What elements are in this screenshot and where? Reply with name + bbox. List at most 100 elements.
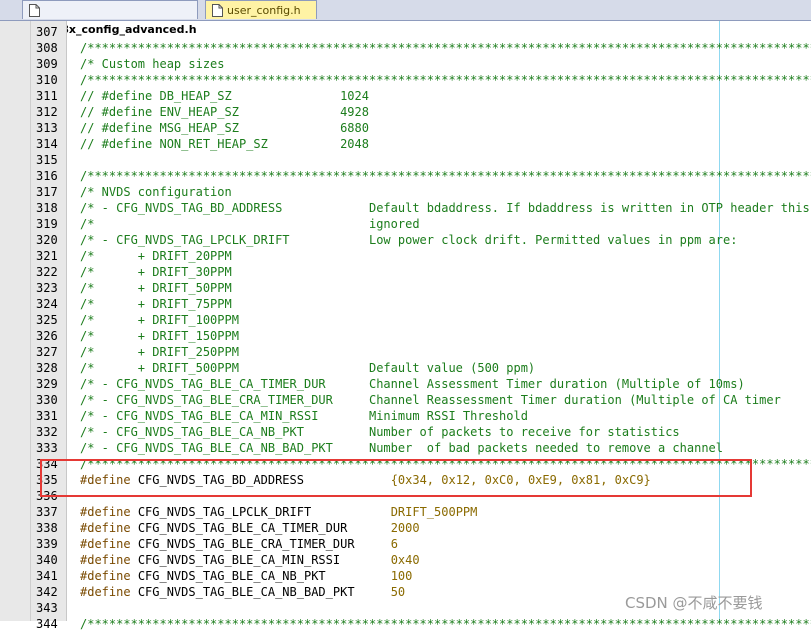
line-number: 340 bbox=[36, 553, 58, 567]
macro-name: CFG_NVDS_TAG_BD_ADDRESS bbox=[137, 473, 304, 487]
code-text: /* - CFG_NVDS_TAG_BLE_CA_MIN_RSSI Minimu… bbox=[80, 409, 528, 423]
line-number: 308 bbox=[36, 41, 58, 55]
code-line[interactable]: 327 /* + DRIFT_250PPM bbox=[0, 344, 811, 360]
code-text: // #define ENV_HEAP_SZ 4928 bbox=[80, 105, 369, 119]
line-number: 327 bbox=[36, 345, 58, 359]
line-number: 333 bbox=[36, 441, 58, 455]
code-line[interactable]: 316 /************************************… bbox=[0, 168, 811, 184]
code-line[interactable]: 339 #define CFG_NVDS_TAG_BLE_CRA_TIMER_DU… bbox=[0, 536, 811, 552]
code-text: /* + DRIFT_250PPM bbox=[80, 345, 239, 359]
macro-value: 50 bbox=[390, 585, 406, 599]
line-number: 329 bbox=[36, 377, 58, 391]
code-line[interactable]: 333 /* - CFG_NVDS_TAG_BLE_CA_NB_BAD_PKT N… bbox=[0, 440, 811, 456]
code-line[interactable]: 307 bbox=[0, 24, 811, 40]
code-text: // #define NON_RET_HEAP_SZ 2048 bbox=[80, 137, 369, 151]
code-text: /* - CFG_NVDS_TAG_BD_ADDRESS Default bda… bbox=[80, 201, 810, 215]
code-line[interactable]: 341 #define CFG_NVDS_TAG_BLE_CA_NB_PKT 10… bbox=[0, 568, 811, 584]
line-number: 323 bbox=[36, 281, 58, 295]
code-text: #define CFG_NVDS_TAG_BLE_CRA_TIMER_DUR 6 bbox=[80, 536, 398, 552]
code-text: #define CFG_NVDS_TAG_BLE_CA_NB_PKT 100 bbox=[80, 568, 412, 584]
tab-da1458x-config-advanced[interactable]: da1458x_config_advanced.h bbox=[22, 0, 198, 36]
code-line[interactable]: 332 /* - CFG_NVDS_TAG_BLE_CA_NB_PKT Numbe… bbox=[0, 424, 811, 440]
code-line[interactable]: 308 /************************************… bbox=[0, 40, 811, 56]
code-text: /* + DRIFT_75PPM bbox=[80, 297, 232, 311]
code-text: /* - CFG_NVDS_TAG_BLE_CA_NB_PKT Number o… bbox=[80, 425, 680, 439]
code-line[interactable]: 340 #define CFG_NVDS_TAG_BLE_CA_MIN_RSSI … bbox=[0, 552, 811, 568]
code-text: /* - CFG_NVDS_TAG_BLE_CA_TIMER_DUR Chann… bbox=[80, 377, 745, 391]
preprocessor-keyword: #define bbox=[80, 553, 131, 567]
line-number: 318 bbox=[36, 201, 58, 215]
macro-value: 6 bbox=[390, 537, 398, 551]
line-number: 343 bbox=[36, 601, 58, 615]
line-number: 311 bbox=[36, 89, 58, 103]
code-line[interactable]: 322 /* + DRIFT_30PPM bbox=[0, 264, 811, 280]
code-line[interactable]: 318 /* - CFG_NVDS_TAG_BD_ADDRESS Default … bbox=[0, 200, 811, 216]
line-number: 331 bbox=[36, 409, 58, 423]
code-line[interactable]: 334 /************************************… bbox=[0, 456, 811, 472]
line-number: 339 bbox=[36, 537, 58, 551]
code-line[interactable]: 317 /* NVDS configuration bbox=[0, 184, 811, 200]
macro-value: {0x34, 0x12, 0xC0, 0xE9, 0x81, 0xC9} bbox=[390, 473, 651, 487]
code-line[interactable]: 313 // #define MSG_HEAP_SZ 6880 bbox=[0, 120, 811, 136]
macro-name: CFG_NVDS_TAG_BLE_CA_NB_BAD_PKT bbox=[137, 585, 355, 599]
code-line[interactable]: 344 /************************************… bbox=[0, 616, 811, 632]
code-text: /* + DRIFT_50PPM bbox=[80, 281, 232, 295]
code-text: #define CFG_NVDS_TAG_BLE_CA_MIN_RSSI 0x4… bbox=[80, 552, 420, 568]
code-text: #define CFG_NVDS_TAG_LPCLK_DRIFT DRIFT_5… bbox=[80, 504, 477, 520]
code-line[interactable]: 323 /* + DRIFT_50PPM bbox=[0, 280, 811, 296]
macro-value: DRIFT_500PPM bbox=[390, 505, 478, 519]
code-text: /* ignored bbox=[80, 217, 420, 231]
line-number: 322 bbox=[36, 265, 58, 279]
line-number: 344 bbox=[36, 617, 58, 631]
preprocessor-keyword: #define bbox=[80, 505, 131, 519]
code-line[interactable]: 312 // #define ENV_HEAP_SZ 4928 bbox=[0, 104, 811, 120]
line-number: 334 bbox=[36, 457, 58, 471]
file-icon bbox=[29, 3, 40, 17]
line-number: 319 bbox=[36, 217, 58, 231]
code-line[interactable]: 314 // #define NON_RET_HEAP_SZ 2048 bbox=[0, 136, 811, 152]
code-line[interactable]: 310 /************************************… bbox=[0, 72, 811, 88]
code-line[interactable]: 326 /* + DRIFT_150PPM bbox=[0, 328, 811, 344]
macro-name: CFG_NVDS_TAG_BLE_CRA_TIMER_DUR bbox=[137, 537, 355, 551]
code-line[interactable]: 321 /* + DRIFT_20PPM bbox=[0, 248, 811, 264]
line-number: 321 bbox=[36, 249, 58, 263]
code-line[interactable]: 336 bbox=[0, 488, 811, 504]
code-line[interactable]: 337 #define CFG_NVDS_TAG_LPCLK_DRIFT DRIF… bbox=[0, 504, 811, 520]
line-number: 315 bbox=[36, 153, 58, 167]
line-number: 326 bbox=[36, 329, 58, 343]
macro-name: CFG_NVDS_TAG_BLE_CA_NB_PKT bbox=[137, 569, 326, 583]
tab-bar: da1458x_config_advanced.h user_config.h bbox=[0, 0, 811, 36]
line-number: 342 bbox=[36, 585, 58, 599]
code-line[interactable]: 315 bbox=[0, 152, 811, 168]
code-line[interactable]: 324 /* + DRIFT_75PPM bbox=[0, 296, 811, 312]
line-number: 324 bbox=[36, 297, 58, 311]
code-text: /***************************************… bbox=[80, 73, 811, 87]
code-line[interactable]: 325 /* + DRIFT_100PPM bbox=[0, 312, 811, 328]
line-number: 313 bbox=[36, 121, 58, 135]
preprocessor-keyword: #define bbox=[80, 473, 131, 487]
preprocessor-keyword: #define bbox=[80, 521, 131, 535]
code-line[interactable]: 338 #define CFG_NVDS_TAG_BLE_CA_TIMER_DUR… bbox=[0, 520, 811, 536]
code-text: /***************************************… bbox=[80, 41, 811, 55]
code-line[interactable]: 309 /* Custom heap sizes bbox=[0, 56, 811, 72]
code-text: /***************************************… bbox=[80, 169, 811, 183]
tab-label: user_config.h bbox=[227, 4, 301, 17]
code-line[interactable]: 329 /* - CFG_NVDS_TAG_BLE_CA_TIMER_DUR Ch… bbox=[0, 376, 811, 392]
code-line[interactable]: 330 /* - CFG_NVDS_TAG_BLE_CRA_TIMER_DUR C… bbox=[0, 392, 811, 408]
code-line[interactable]: 311 // #define DB_HEAP_SZ 1024 bbox=[0, 88, 811, 104]
line-number: 337 bbox=[36, 505, 58, 519]
line-number: 316 bbox=[36, 169, 58, 183]
line-number: 336 bbox=[36, 489, 58, 503]
code-line[interactable]: 319 /* ignored bbox=[0, 216, 811, 232]
line-number: 338 bbox=[36, 521, 58, 535]
line-number: 335 bbox=[36, 473, 58, 487]
tab-user-config[interactable]: user_config.h bbox=[205, 0, 317, 19]
code-line[interactable]: 331 /* - CFG_NVDS_TAG_BLE_CA_MIN_RSSI Min… bbox=[0, 408, 811, 424]
code-line[interactable]: 320 /* - CFG_NVDS_TAG_LPCLK_DRIFT Low pow… bbox=[0, 232, 811, 248]
line-number: 328 bbox=[36, 361, 58, 375]
code-line[interactable]: 335 #define CFG_NVDS_TAG_BD_ADDRESS {0x34… bbox=[0, 472, 811, 488]
macro-name: CFG_NVDS_TAG_LPCLK_DRIFT bbox=[137, 505, 312, 519]
code-line[interactable]: 328 /* + DRIFT_500PPM Default value (500 … bbox=[0, 360, 811, 376]
macro-name: CFG_NVDS_TAG_BLE_CA_MIN_RSSI bbox=[137, 553, 341, 567]
macro-value: 0x40 bbox=[390, 553, 420, 567]
